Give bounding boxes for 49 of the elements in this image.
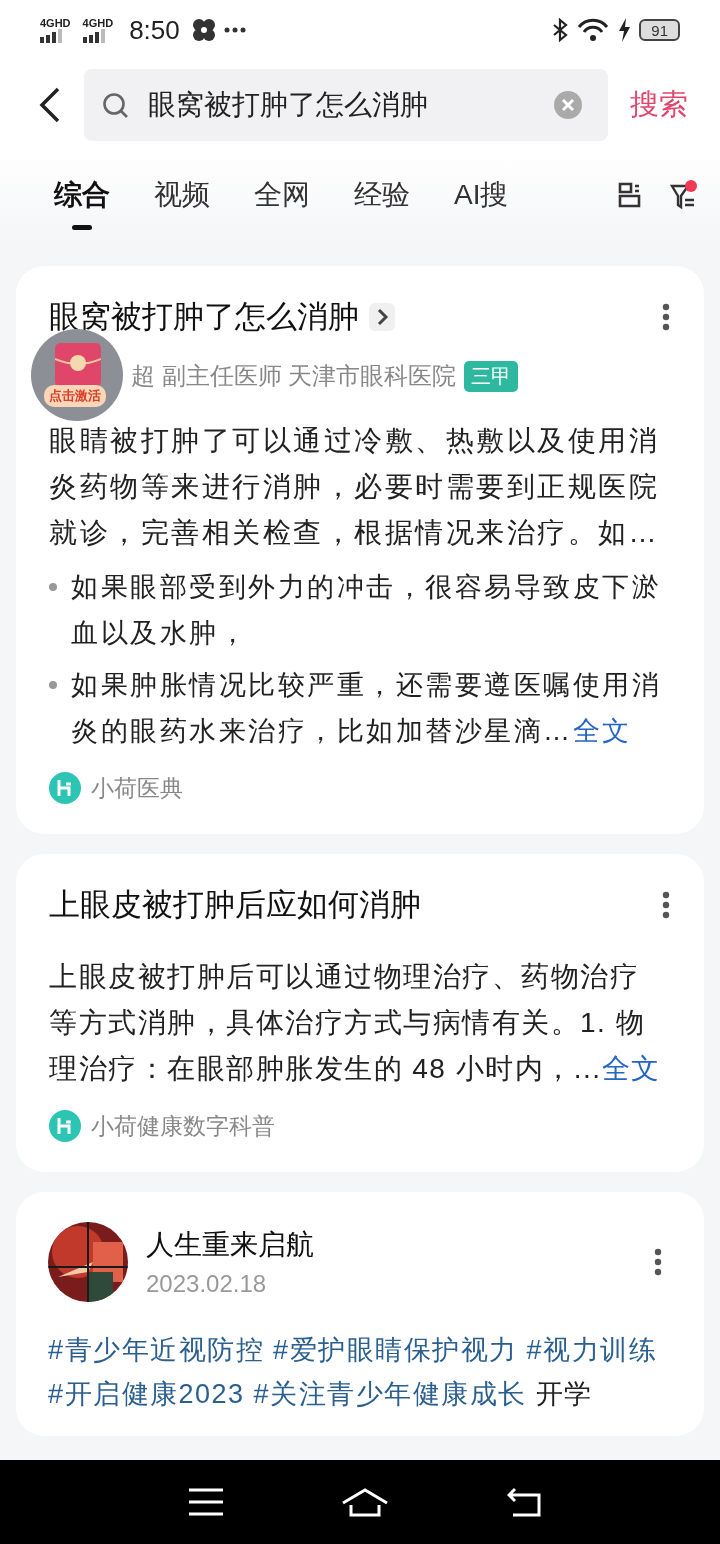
fan-icon <box>191 18 216 42</box>
more-options-icon[interactable] <box>654 1248 662 1276</box>
menu-icon[interactable] <box>189 1487 223 1517</box>
signal-icon <box>82 28 105 43</box>
bullet-text: 如果眼部受到外力的冲击，很容易导致皮下淤血以及水肿， <box>71 571 662 650</box>
back-icon[interactable] <box>38 87 62 123</box>
hospital-badge: 三甲 <box>464 360 519 392</box>
source-logo-icon <box>49 1110 81 1142</box>
tab[interactable]: 经验 <box>332 150 432 240</box>
source-logo-icon <box>49 772 81 804</box>
tab[interactable]: 综合 <box>32 150 132 240</box>
envelope-icon <box>55 343 101 387</box>
tab[interactable]: 视频 <box>132 150 232 240</box>
bluetooth-icon <box>551 18 570 42</box>
bullet-dot <box>49 583 57 591</box>
home-icon[interactable] <box>341 1487 389 1517</box>
bullet-text: 如果肿胀情况比较严重，还需要遵医嘱使用消炎的眼药水来治疗，比如加替沙星滴…全文 <box>71 669 662 748</box>
search-input[interactable]: 眼窝被打肿了怎么消肿 <box>146 88 536 122</box>
result-title[interactable]: 眼窝被打肿了怎么消肿 <box>49 296 359 338</box>
source-name: 小荷医典 <box>91 773 183 803</box>
search-field[interactable]: 眼窝被打肿了怎么消肿 <box>84 69 608 141</box>
tab[interactable]: AI搜 <box>432 150 531 240</box>
full-text-link[interactable]: 全文 <box>572 716 632 746</box>
full-text-link[interactable]: 全文 <box>601 1053 661 1084</box>
post-date: 2023.02.18 <box>146 1270 268 1298</box>
back-nav-icon[interactable] <box>507 1487 541 1517</box>
result-title[interactable]: 上眼皮被打肿后应如何消肿 <box>49 884 421 926</box>
tab[interactable]: 全网 <box>232 150 332 240</box>
more-options-icon[interactable] <box>662 891 670 919</box>
battery-level: 91 <box>639 19 680 41</box>
summary-text: 眼睛被打肿了可以通过冷敷、热敷以及使用消炎药物等来进行消肿，必要时需要到正规医院就诊，完善相关检查，根据情况来治疗。如… <box>49 424 660 550</box>
layout-icon[interactable] <box>617 181 642 209</box>
summary-text: 上眼皮被打肿后可以通过物理治疗、药物治疗等方式消肿，具体治疗方式与病情有关。1. 物理治疗：在眼部肿胀发生的 48 小时内，...全文 <box>49 960 662 1086</box>
search-icon <box>102 92 128 118</box>
bullet-dot <box>49 681 57 689</box>
author-info: 超 副主任医师 天津市眼科医院 <box>131 361 457 391</box>
filter-icon[interactable] <box>670 180 698 210</box>
network-label: 4GHD <box>40 17 71 29</box>
network-label: 4GHD <box>82 17 114 29</box>
wifi-icon <box>577 18 610 42</box>
signal-icon <box>40 28 62 43</box>
more-icon <box>223 26 246 34</box>
clock: 8:50 <box>129 14 180 46</box>
post-text: #青少年近视防控 #爱护眼睛保护视力 #视力训练 #开启健康2023 #关注青少年健康成长 开学 <box>48 1334 659 1411</box>
post-author[interactable]: 人生重来启航 <box>146 1226 636 1264</box>
more-options-icon[interactable] <box>662 303 670 331</box>
charging-icon <box>617 18 632 42</box>
search-button[interactable]: 搜索 <box>630 85 688 125</box>
source-name: 小荷健康数字科普 <box>91 1111 275 1141</box>
